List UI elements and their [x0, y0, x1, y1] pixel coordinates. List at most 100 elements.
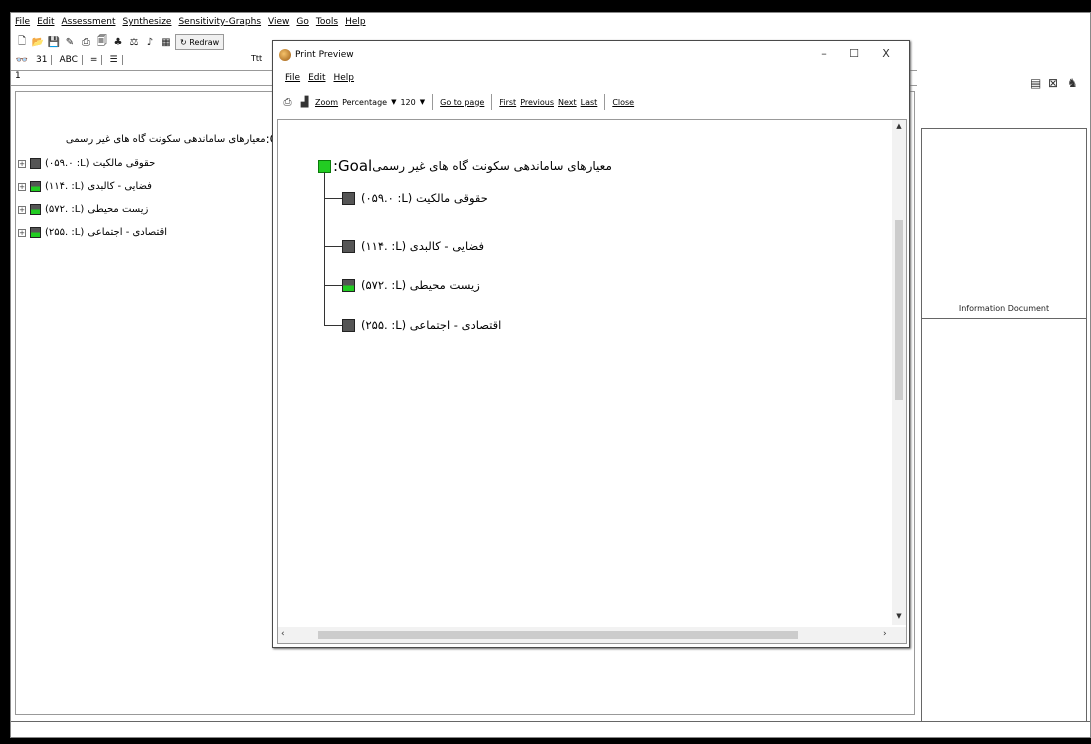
status-bar	[11, 721, 1090, 737]
align-icon[interactable]: ☰	[105, 55, 123, 65]
equals-button[interactable]: =	[86, 55, 103, 65]
right-toolbar: ▤ ⊠ ♞	[917, 70, 1091, 96]
print-icon[interactable]: ⎙	[281, 96, 294, 108]
scroll-up-icon[interactable]: ▲	[892, 122, 906, 130]
go-to-page-button[interactable]: Go to page	[440, 98, 484, 107]
scroll-down-icon[interactable]: ▼	[892, 612, 906, 620]
expand-icon[interactable]: +	[18, 159, 26, 168]
minimize-button[interactable]: –	[813, 47, 835, 60]
last-button[interactable]: Last	[581, 98, 598, 107]
dialog-title: Print Preview	[295, 50, 354, 60]
scroll-left-icon[interactable]: ‹	[281, 629, 285, 639]
next-button[interactable]: Next	[558, 98, 577, 107]
dialog-menu-edit[interactable]: Edit	[308, 73, 325, 83]
zoom-mode-select[interactable]: Percentage	[342, 98, 387, 107]
information-document-label: Information Document	[958, 304, 1050, 313]
tree-connector	[324, 325, 342, 326]
close-window-button[interactable]: X	[875, 47, 897, 60]
chart-icon[interactable]: ⊠	[1048, 76, 1063, 90]
open-folder-icon[interactable]: 📂	[31, 35, 45, 49]
node-status-icon	[30, 227, 41, 238]
node-label: (۱۱۴. :L) فضایی - کالبدی	[361, 239, 484, 253]
scroll-right-icon[interactable]: ›	[883, 629, 887, 639]
user-icon[interactable]: ♞	[1067, 76, 1082, 90]
binoculars-icon[interactable]: 👓	[15, 53, 29, 67]
chevron-down-icon[interactable]: ▼	[391, 98, 396, 106]
dialog-menu-help[interactable]: Help	[334, 73, 355, 83]
maximize-button[interactable]: ☐	[843, 47, 865, 60]
node-label: (۲۵۵. :L) اقتصادی - اجتماعی	[361, 318, 502, 332]
scroll-thumb[interactable]	[895, 220, 903, 400]
menu-synthesize[interactable]: Synthesize	[123, 17, 172, 27]
redraw-label: Redraw	[189, 37, 220, 47]
goal-text: معیارهای ساماندهی سکونت گاه های غیر رسمی	[372, 159, 612, 173]
dialog-menu-file[interactable]: File	[285, 73, 300, 83]
preview-tree-node: (۵۷۲. :L) زیست محیطی	[342, 278, 480, 292]
expand-icon[interactable]: +	[18, 205, 26, 214]
menu-sensitivity-graphs[interactable]: Sensitivity-Graphs	[178, 17, 261, 27]
previous-button[interactable]: Previous	[520, 98, 554, 107]
node-status-icon	[30, 204, 41, 215]
expand-icon[interactable]: +	[18, 182, 26, 191]
tree-node[interactable]: + (۵۷۲. :L) زیست محیطی	[18, 204, 148, 215]
zoom-value-select[interactable]: 120	[400, 98, 415, 107]
print-preview-icon[interactable]: 🗐	[95, 35, 109, 49]
tree-node[interactable]: + (۲۵۵. :L) اقتصادی - اجتماعی	[18, 227, 167, 238]
goal-label: :Goal	[333, 157, 373, 175]
redraw-icon: ↻	[180, 37, 187, 47]
zoom-label: Zoom	[315, 97, 339, 107]
row-number: 1	[15, 71, 21, 81]
tree-connector	[324, 172, 325, 325]
tree-connector	[324, 198, 342, 199]
hierarchy-icon[interactable]: ♣	[111, 35, 125, 49]
pencil-icon[interactable]: ✎	[63, 35, 77, 49]
vertical-scrollbar[interactable]: ▲ ▼	[892, 120, 906, 625]
menu-tools[interactable]: Tools	[316, 17, 338, 27]
menu-help[interactable]: Help	[345, 17, 366, 27]
node-label: (۵۷۲. :L) زیست محیطی	[361, 278, 480, 292]
node-status-icon	[342, 191, 355, 205]
node-status-icon	[342, 239, 355, 253]
app-icon	[279, 49, 291, 61]
format-toolbar: 👓 31 ABC = ☰	[15, 52, 123, 68]
menu-go[interactable]: Go	[296, 17, 308, 27]
save-icon[interactable]: 💾	[47, 35, 61, 49]
menu-assessment[interactable]: Assessment	[62, 17, 116, 27]
preview-tree-node: (۱۱۴. :L) فضایی - کالبدی	[342, 239, 484, 253]
toolbar-separator	[432, 94, 434, 110]
preview-tree-node: (۲۵۵. :L) اقتصادی - اجتماعی	[342, 318, 501, 332]
menu-edit[interactable]: Edit	[37, 17, 54, 27]
menu-file[interactable]: File	[15, 17, 30, 27]
preview-goal-node: :Goal معیارهای ساماندهی سکونت گاه های غی…	[318, 157, 612, 175]
node-label: (۲۵۵. :L) اقتصادی - اجتماعی	[45, 227, 168, 238]
grid-icon[interactable]: ▦	[159, 35, 173, 49]
note-icon[interactable]: ♪	[143, 35, 157, 49]
new-file-icon[interactable]: 🗋	[15, 35, 29, 49]
node-label: (۱۱۴. :L) فضایی - کالبدی	[45, 181, 152, 192]
information-upper-area[interactable]	[922, 129, 1086, 319]
redraw-button[interactable]: ↻ Redraw	[175, 34, 225, 50]
menu-view[interactable]: View	[268, 17, 289, 27]
first-button[interactable]: First	[499, 98, 516, 107]
document-icon[interactable]: ▤	[1030, 76, 1045, 90]
font-size-field[interactable]: 31	[32, 55, 53, 65]
node-label: (۰۵۹.۰ :L) حقوقی مالکیت	[45, 158, 156, 169]
main-menubar: File Edit Assessment Synthesize Sensitiv…	[11, 13, 1090, 31]
horizontal-scrollbar[interactable]: ‹ ›	[278, 627, 906, 643]
tree-node[interactable]: + (۰۵۹.۰ :L) حقوقی مالکیت	[18, 158, 155, 169]
tree-node[interactable]: + (۱۱۴. :L) فضایی - کالبدی	[18, 181, 152, 192]
node-status-icon	[342, 278, 355, 292]
toolbar-separator	[604, 94, 606, 110]
page-setup-icon[interactable]: ▟	[298, 96, 311, 108]
node-status-icon	[30, 181, 41, 192]
node-status-icon	[30, 158, 41, 169]
spell-check-button[interactable]: ABC	[55, 55, 83, 65]
tree-connector	[324, 285, 342, 286]
print-icon[interactable]: ⎙	[79, 35, 93, 49]
chevron-down-icon[interactable]: ▼	[420, 98, 425, 106]
close-button[interactable]: Close	[612, 98, 634, 107]
scales-icon[interactable]: ⚖	[127, 35, 141, 49]
expand-icon[interactable]: +	[18, 228, 26, 237]
scroll-thumb[interactable]	[318, 631, 798, 639]
preview-tree-node: (۰۵۹.۰ :L) حقوقی مالکیت	[342, 191, 488, 205]
